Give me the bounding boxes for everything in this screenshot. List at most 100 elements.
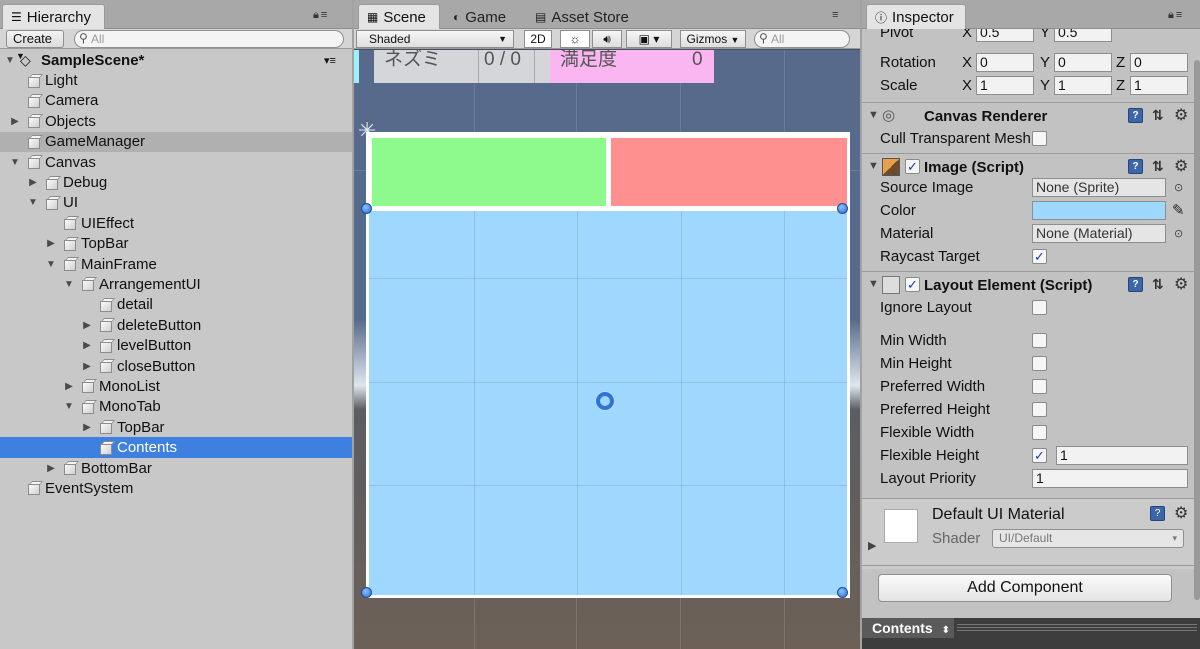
- scene-root-row[interactable]: ▼ ◇ SampleScene* ▾≡: [0, 50, 352, 70]
- red-panel[interactable]: [611, 138, 847, 206]
- expand-arrow-icon[interactable]: ▶: [63, 381, 75, 392]
- hierarchy-item[interactable]: ▼ UI: [0, 193, 352, 213]
- image-enabled-checkbox[interactable]: ✓: [905, 159, 920, 174]
- rect-handle-top-right[interactable]: [837, 203, 848, 214]
- hierarchy-item[interactable]: ▼ MainFrame: [0, 254, 352, 274]
- collapse-arrow-icon[interactable]: ▼: [63, 279, 75, 290]
- hierarchy-item[interactable]: ▶ TopBar: [0, 417, 352, 437]
- audio-toggle-icon[interactable]: 🔊︎: [592, 30, 622, 48]
- collapse-arrow-icon[interactable]: ▼: [9, 157, 21, 168]
- hierarchy-item[interactable]: detail: [0, 295, 352, 315]
- scene-menu-icon[interactable]: ▾≡: [324, 54, 336, 67]
- hierarchy-item[interactable]: ▶ closeButton: [0, 356, 352, 376]
- hierarchy-item[interactable]: UIEffect: [0, 213, 352, 233]
- hierarchy-item[interactable]: ▼ MonoTab: [0, 397, 352, 417]
- collapse-arrow-icon[interactable]: ▼: [27, 197, 39, 208]
- rotation-z-field[interactable]: 0: [1130, 53, 1188, 72]
- expand-arrow-icon[interactable]: ▶: [81, 422, 93, 433]
- object-picker-icon[interactable]: ⊙: [1174, 227, 1183, 240]
- pivot-y-field[interactable]: 0.5: [1054, 29, 1112, 42]
- expand-arrow-icon[interactable]: ▶: [81, 340, 93, 351]
- collapse-arrow-icon[interactable]: ▼: [63, 401, 75, 412]
- expand-arrow-icon[interactable]: ▶: [45, 238, 57, 249]
- eyedropper-icon[interactable]: ✎: [1172, 201, 1185, 219]
- scene-viewport[interactable]: ネズミ 0 / 0 満足度 0 ✳: [354, 50, 860, 649]
- scale-z-field[interactable]: 1: [1130, 76, 1188, 95]
- collapse-arrow-icon[interactable]: ▼: [868, 278, 879, 290]
- lighting-toggle-icon[interactable]: ☼: [560, 30, 590, 48]
- preferred-height-checkbox[interactable]: [1032, 402, 1047, 417]
- hierarchy-item[interactable]: ▶ levelButton: [0, 335, 352, 355]
- tab-inspector[interactable]: ⓘ Inspector: [866, 4, 966, 29]
- flexible-height-field[interactable]: 1: [1056, 446, 1188, 465]
- pivot-handle[interactable]: [596, 392, 614, 410]
- scale-x-field[interactable]: 1: [976, 76, 1034, 95]
- drag-handle[interactable]: [957, 624, 1197, 632]
- help-icon[interactable]: ?: [1150, 506, 1165, 521]
- hierarchy-item[interactable]: ▼ ArrangementUI: [0, 274, 352, 294]
- shading-mode-dropdown[interactable]: Shaded ▼: [356, 30, 514, 48]
- help-icon[interactable]: ?: [1128, 277, 1143, 292]
- cull-checkbox[interactable]: [1032, 131, 1047, 146]
- tab-game[interactable]: ◐ Game: [444, 4, 522, 29]
- create-dropdown[interactable]: Create ▼: [6, 30, 64, 61]
- shader-dropdown[interactable]: UI/Default ▾: [992, 529, 1184, 548]
- hierarchy-item[interactable]: ▼ Canvas: [0, 152, 352, 172]
- mode-2d-toggle[interactable]: 2D: [524, 30, 552, 48]
- hierarchy-item[interactable]: GameManager: [0, 131, 352, 152]
- preset-icon[interactable]: ⇅: [1152, 158, 1164, 175]
- add-component-button[interactable]: Add Component: [878, 574, 1172, 602]
- expand-arrow-icon[interactable]: ▶: [81, 320, 93, 331]
- scale-y-field[interactable]: 1: [1054, 76, 1112, 95]
- rect-handle-bottom-left[interactable]: [361, 587, 372, 598]
- expand-arrow-icon[interactable]: ▼: [4, 55, 16, 66]
- hierarchy-item[interactable]: EventSystem: [0, 478, 352, 498]
- tab-scene[interactable]: ▦ Scene: [358, 4, 440, 29]
- layout-priority-field[interactable]: 1: [1032, 469, 1188, 488]
- effects-toggle-icon[interactable]: ▣ ▾: [626, 30, 672, 48]
- canvas-renderer-header[interactable]: ▼ ◎ Canvas Renderer ? ⇅ ⚙: [862, 104, 1200, 128]
- pivot-x-field[interactable]: 0.5: [976, 29, 1034, 42]
- ignore-layout-checkbox[interactable]: [1032, 300, 1047, 315]
- scene-panel-menu-icon[interactable]: ≡: [832, 9, 840, 21]
- panel-menu-icon[interactable]: 🔒︎≡: [313, 9, 329, 22]
- flexible-width-checkbox[interactable]: [1032, 425, 1047, 440]
- hierarchy-item[interactable]: Camera: [0, 91, 352, 111]
- expand-arrow-icon[interactable]: ▶: [45, 463, 57, 474]
- object-picker-icon[interactable]: ⊙: [1174, 181, 1183, 194]
- rect-handle-bottom-right[interactable]: [837, 587, 848, 598]
- collapse-arrow-icon[interactable]: ▼: [868, 160, 879, 172]
- inspector-scrollbar[interactable]: [1194, 60, 1200, 600]
- layout-element-enabled-checkbox[interactable]: ✓: [905, 277, 920, 292]
- help-icon[interactable]: ?: [1128, 159, 1143, 174]
- min-width-checkbox[interactable]: [1032, 333, 1047, 348]
- hierarchy-item[interactable]: ▶ BottomBar: [0, 458, 352, 478]
- tab-hierarchy[interactable]: ☰ Hierarchy: [2, 4, 105, 29]
- collapse-arrow-icon[interactable]: ▼: [868, 109, 879, 121]
- hierarchy-item[interactable]: Contents: [0, 437, 352, 458]
- hierarchy-item[interactable]: Light: [0, 70, 352, 90]
- help-icon[interactable]: ?: [1128, 108, 1143, 123]
- expand-arrow-icon[interactable]: ▶: [868, 539, 876, 552]
- scene-search-input[interactable]: All: [754, 30, 850, 48]
- hierarchy-item[interactable]: ▶ Objects: [0, 111, 352, 131]
- rotation-y-field[interactable]: 0: [1054, 53, 1112, 72]
- hierarchy-item[interactable]: ▶ Debug: [0, 172, 352, 192]
- ui-frame[interactable]: [366, 132, 850, 598]
- flexible-height-checkbox[interactable]: ✓: [1032, 448, 1047, 463]
- gear-icon[interactable]: ⚙: [1174, 156, 1188, 176]
- color-swatch[interactable]: [1032, 201, 1166, 220]
- preset-icon[interactable]: ⇅: [1152, 107, 1164, 124]
- hierarchy-search-input[interactable]: All: [74, 30, 344, 48]
- inspector-panel-menu-icon[interactable]: 🔒︎≡: [1168, 9, 1184, 22]
- gear-icon[interactable]: ⚙: [1174, 274, 1188, 294]
- tab-asset-store[interactable]: ▤ Asset Store: [526, 4, 638, 29]
- expand-arrow-icon[interactable]: ▶: [27, 177, 39, 188]
- hierarchy-item[interactable]: ▶ MonoList: [0, 376, 352, 396]
- footer-object-dropdown[interactable]: Contents ⬍: [862, 618, 954, 638]
- collapse-arrow-icon[interactable]: ▼: [45, 259, 57, 270]
- preset-icon[interactable]: ⇅: [1152, 276, 1164, 293]
- hierarchy-item[interactable]: ▶ TopBar: [0, 234, 352, 254]
- rect-handle-top-left[interactable]: [361, 203, 372, 214]
- source-image-field[interactable]: None (Sprite): [1032, 178, 1166, 197]
